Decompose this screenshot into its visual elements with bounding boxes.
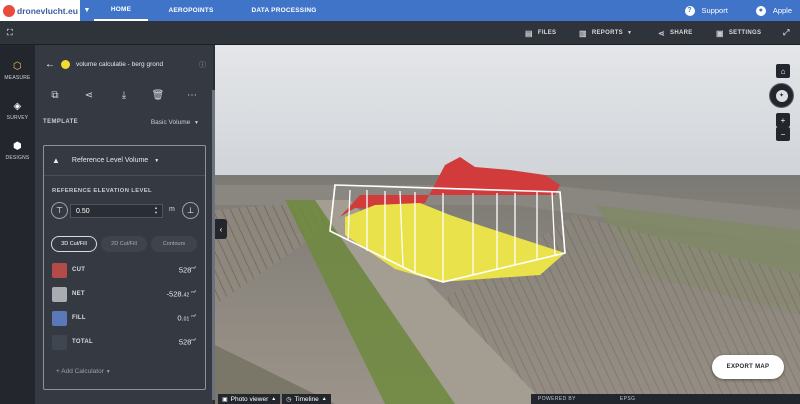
- template-select[interactable]: Basic Volume ▼: [151, 119, 199, 126]
- chevron-up-icon: ▲: [271, 396, 277, 402]
- mode-contours[interactable]: Contours: [151, 236, 197, 252]
- result-row-net: NET -528.42 m³: [52, 287, 199, 303]
- timeline-tab[interactable]: ◷ Timeline ▲: [282, 394, 331, 404]
- mode-2d-cut-fill[interactable]: 2D Cut/Fill: [101, 236, 147, 252]
- compass-icon[interactable]: ✦: [769, 83, 794, 108]
- chevron-down-icon: ▼: [626, 30, 633, 36]
- elevation-input[interactable]: 0.50 ▲ ▼: [70, 204, 163, 218]
- user-avatar-icon[interactable]: ●: [755, 5, 766, 16]
- attribution-bar: POWERED BY EPSG: [531, 394, 800, 404]
- mountain-icon: ▲: [52, 156, 60, 165]
- photo-viewer-tab[interactable]: ▣ Photo viewer ▲: [218, 394, 281, 404]
- chevron-down-icon: ▼: [105, 369, 111, 375]
- user-name[interactable]: Apple: [773, 6, 792, 15]
- brand-menu-caret-icon[interactable]: ▼: [80, 0, 94, 21]
- collapse-panel-chevron-icon[interactable]: ‹: [215, 219, 227, 239]
- bottom-tabs: ▣ Photo viewer ▲ ◷ Timeline ▲: [218, 394, 333, 404]
- collapse-icon[interactable]: ⛶: [7, 21, 18, 45]
- tab-aeropoints[interactable]: AEROPOINTS: [148, 0, 234, 21]
- clock-icon: ◷: [286, 396, 292, 403]
- zoom-in-icon[interactable]: +: [776, 113, 790, 127]
- add-calculator-button[interactable]: + Add Calculator ▼: [56, 368, 111, 375]
- hexagon-icon: ⬡: [13, 61, 22, 72]
- reference-elevation-label: REFERENCE ELEVATION LEVEL: [52, 188, 152, 194]
- brand-logo[interactable]: dronevlucht.eu: [0, 0, 80, 21]
- measurement-panel: ← volume calculatie - berg grond ⓘ ⧉ ⋖ ⤓…: [35, 45, 213, 404]
- layers-icon: ◈: [13, 101, 22, 112]
- cut-color-swatch[interactable]: [52, 263, 67, 278]
- lower-level-icon[interactable]: ⊥: [182, 202, 199, 219]
- net-color-swatch[interactable]: [52, 287, 67, 302]
- elevation-stepper[interactable]: ▲ ▼: [154, 205, 158, 215]
- zoom-out-icon[interactable]: −: [776, 127, 790, 141]
- result-row-cut: CUT 528m³: [52, 263, 199, 279]
- share-icon[interactable]: ⋖: [81, 87, 97, 103]
- chevron-down-icon: ▼: [154, 157, 160, 164]
- main-toolbar: ⛶ ▤ FILES ▥ REPORTS ▼ ⋖ SHARE ▣ SETTINGS ⤢: [0, 21, 800, 45]
- help-icon[interactable]: ?: [684, 5, 695, 16]
- result-row-fill: FILL 0.01 m³: [52, 311, 199, 327]
- cube-icon: ⬢: [13, 141, 22, 152]
- back-arrow-icon[interactable]: ←: [45, 59, 55, 70]
- measurement-title[interactable]: volume calculatie - berg grond: [76, 61, 163, 68]
- powered-by-label: POWERED BY: [538, 396, 576, 402]
- top-nav-bar: dronevlucht.eu ▼ HOME AEROPOINTS DATA PR…: [0, 0, 800, 21]
- share-button[interactable]: ⋖ SHARE: [658, 21, 693, 45]
- settings-button[interactable]: ▣ SETTINGS: [716, 21, 761, 45]
- mode-3d-cut-fill[interactable]: 3D Cut/Fill: [51, 236, 97, 252]
- report-icon: ▥: [579, 28, 587, 38]
- rail-item-designs[interactable]: ⬢ DESIGNS: [0, 131, 35, 171]
- reports-button[interactable]: ▥ REPORTS ▼: [579, 21, 632, 45]
- mode-toggle: 3D Cut/Fill 2D Cut/Fill Contours: [51, 236, 198, 252]
- brand-name: dronevlucht.eu: [17, 5, 78, 16]
- total-color-swatch: [52, 335, 67, 350]
- tab-data-processing[interactable]: DATA PROCESSING: [234, 0, 334, 21]
- home-view-icon[interactable]: ⌂: [776, 64, 790, 78]
- rail-item-survey[interactable]: ◈ SURVEY: [0, 91, 35, 131]
- download-icon[interactable]: ⤓: [116, 87, 132, 103]
- raise-level-icon[interactable]: ⊤: [51, 202, 68, 219]
- hummingbird-logo-icon: [3, 4, 15, 17]
- epsg-label[interactable]: EPSG: [620, 396, 636, 402]
- support-link[interactable]: Support: [702, 6, 728, 15]
- result-row-total: TOTAL 528m³: [52, 335, 199, 351]
- elevation-unit: m: [169, 206, 175, 213]
- elevation-row: ⊤ 0.50 ▲ ▼ m ⊥: [51, 202, 201, 222]
- share-icon: ⋖: [658, 28, 666, 38]
- info-icon[interactable]: ⓘ: [199, 60, 206, 70]
- panel-actions: ⧉ ⋖ ⤓ 🗑 ⋯: [35, 87, 213, 109]
- chevron-up-icon: ▲: [321, 396, 327, 402]
- fullscreen-icon[interactable]: ⤢: [783, 21, 795, 45]
- gear-icon: ▣: [716, 28, 724, 38]
- copy-icon[interactable]: ⧉: [47, 87, 63, 103]
- more-icon[interactable]: ⋯: [184, 87, 200, 103]
- left-rail: ⬡ MEASURE ◈ SURVEY ⬢ DESIGNS: [0, 45, 35, 404]
- 3d-scene[interactable]: [215, 45, 800, 404]
- chevron-down-icon: ▼: [194, 120, 199, 126]
- 3d-map-viewer[interactable]: [215, 45, 800, 404]
- files-button[interactable]: ▤ FILES: [525, 21, 556, 45]
- measurement-color-dot[interactable]: [61, 59, 70, 69]
- file-icon: ▤: [525, 28, 533, 38]
- image-icon: ▣: [222, 396, 228, 403]
- template-label: TEMPLATE: [43, 119, 79, 125]
- tab-home[interactable]: HOME: [94, 0, 148, 21]
- trash-icon[interactable]: 🗑: [150, 87, 166, 103]
- rail-item-measure[interactable]: ⬡ MEASURE: [0, 51, 35, 91]
- fill-color-swatch[interactable]: [52, 311, 67, 326]
- export-map-button[interactable]: EXPORT MAP: [712, 355, 784, 379]
- calculator-card: ▲ Reference Level Volume ▼ REFERENCE ELE…: [43, 145, 206, 390]
- calculator-type-select[interactable]: ▲ Reference Level Volume ▼: [44, 146, 205, 176]
